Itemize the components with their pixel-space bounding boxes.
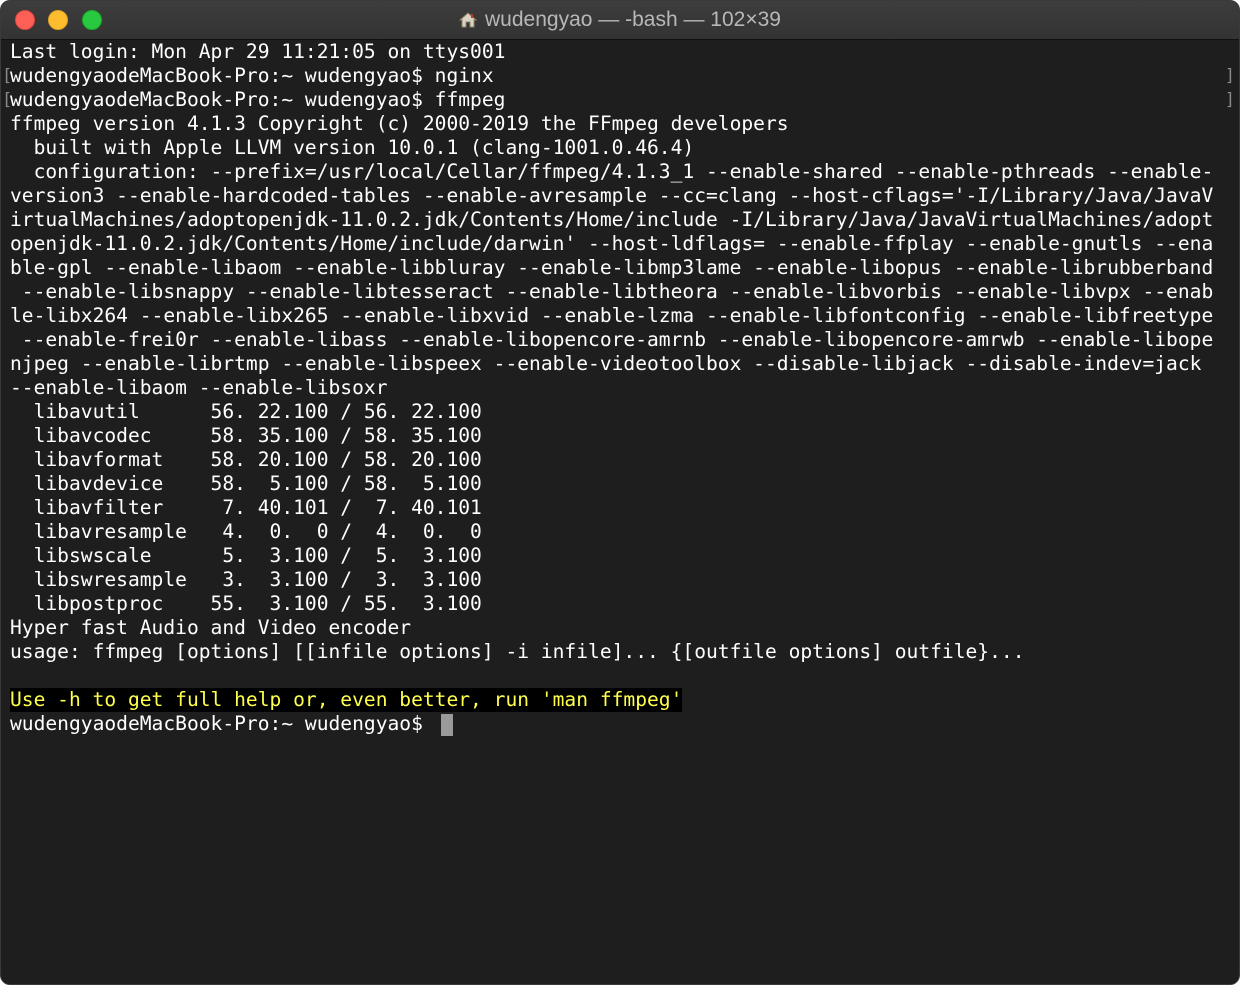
terminal-window: wudengyao — -bash — 102×39 Last login: M… <box>0 0 1240 985</box>
terminal-line: irtualMachines/adoptopenjdk-11.0.2.jdk/C… <box>10 208 1214 231</box>
terminal-line: libavfilter 7. 40.101 / 7. 40.101 <box>10 496 482 519</box>
window-title-group: wudengyao — -bash — 102×39 <box>1 1 1239 39</box>
line-mark-right: ] <box>1224 66 1235 86</box>
terminal-line: wudengyaodeMacBook-Pro:~ wudengyao$ ngin… <box>10 64 494 87</box>
terminal-line: libswscale 5. 3.100 / 5. 3.100 <box>10 544 482 567</box>
terminal-line: libswresample 3. 3.100 / 3. 3.100 <box>10 568 482 591</box>
terminal-line: wudengyaodeMacBook-Pro:~ wudengyao$ ffmp… <box>10 88 506 111</box>
home-icon <box>459 12 478 28</box>
terminal-line: libavresample 4. 0. 0 / 4. 0. 0 <box>10 520 482 543</box>
terminal-line: --enable-frei0r --enable-libass --enable… <box>10 328 1214 351</box>
prompt-line: wudengyaodeMacBook-Pro:~ wudengyao$ <box>10 712 435 735</box>
terminal-line: libpostproc 55. 3.100 / 55. 3.100 <box>10 592 482 615</box>
terminal-line: libavformat 58. 20.100 / 58. 20.100 <box>10 448 482 471</box>
help-hint-line: Use -h to get full help or, even better,… <box>10 688 683 712</box>
terminal-line: configuration: --prefix=/usr/local/Cella… <box>10 160 1214 183</box>
terminal-line: njpeg --enable-librtmp --enable-libspeex… <box>10 352 1202 375</box>
terminal-line: --enable-libaom --enable-libsoxr <box>10 376 388 399</box>
terminal-line: Hyper fast Audio and Video encoder <box>10 616 412 639</box>
line-mark-right: ] <box>1224 90 1235 110</box>
window-title: wudengyao — -bash — 102×39 <box>485 8 781 31</box>
terminal-line: built with Apple LLVM version 10.0.1 (cl… <box>10 136 695 159</box>
terminal-line: libavdevice 58. 5.100 / 58. 5.100 <box>10 472 482 495</box>
terminal-line: libavutil 56. 22.100 / 56. 22.100 <box>10 400 482 423</box>
terminal-line: openjdk-11.0.2.jdk/Contents/Home/include… <box>10 232 1214 255</box>
terminal-line: Last login: Mon Apr 29 11:21:05 on ttys0… <box>10 40 506 63</box>
terminal-line: --enable-libsnappy --enable-libtesseract… <box>10 280 1214 303</box>
terminal-line: version3 --enable-hardcoded-tables --ena… <box>10 184 1214 207</box>
terminal-line: libavcodec 58. 35.100 / 58. 35.100 <box>10 424 482 447</box>
terminal-line: ble-gpl --enable-libaom --enable-libblur… <box>10 256 1214 279</box>
terminal-line: ffmpeg version 4.1.3 Copyright (c) 2000-… <box>10 112 789 135</box>
terminal-line: usage: ffmpeg [options] [[infile options… <box>10 640 1025 663</box>
text-cursor[interactable] <box>441 714 453 736</box>
title-bar[interactable]: wudengyao — -bash — 102×39 <box>1 1 1239 40</box>
terminal-line: le-libx264 --enable-libx265 --enable-lib… <box>10 304 1214 327</box>
terminal-output[interactable]: Last login: Mon Apr 29 11:21:05 on ttys0… <box>1 40 1239 984</box>
